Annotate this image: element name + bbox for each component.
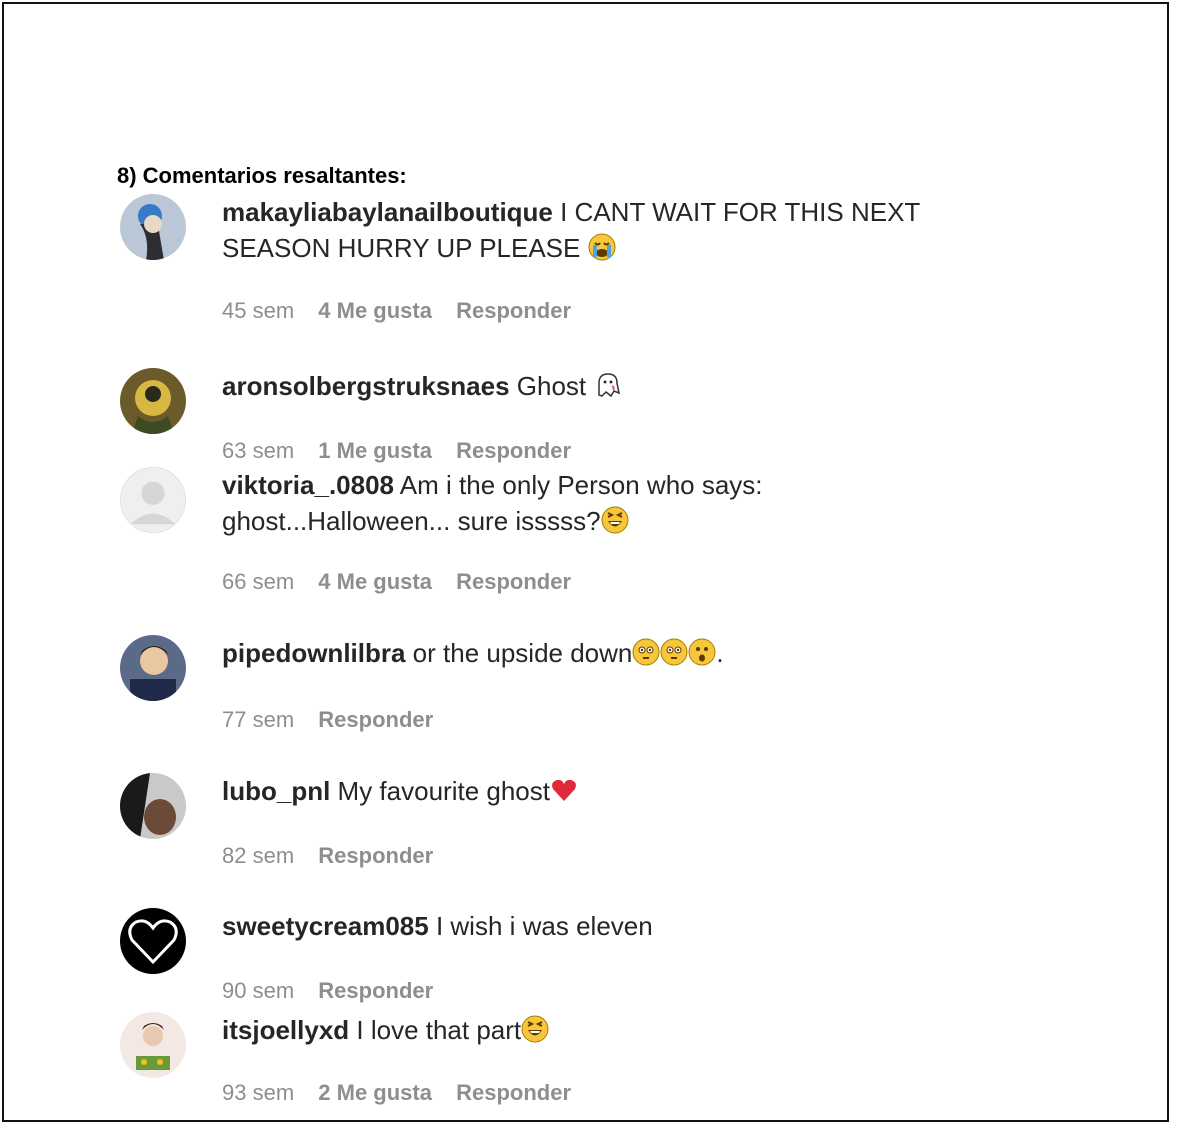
avatar[interactable]	[120, 635, 186, 701]
comment-time[interactable]: 45 sem	[222, 298, 294, 323]
red-heart-icon	[550, 776, 578, 804]
reply-button[interactable]: Responder	[456, 569, 571, 594]
comment-username[interactable]: aronsolbergstruksnaes	[222, 371, 510, 401]
reply-button[interactable]: Responder	[456, 438, 571, 463]
reply-button[interactable]: Responder	[318, 843, 433, 868]
comment-text: viktoria_.0808 Am i the only Person who …	[222, 470, 763, 500]
comment-meta: 82 sem Responder	[222, 843, 982, 869]
comment-meta: 45 sem 4 Me gusta Responder	[222, 298, 982, 324]
comment-time[interactable]: 90 sem	[222, 978, 294, 1003]
comment-time[interactable]: 93 sem	[222, 1080, 294, 1105]
comment-time[interactable]: 77 sem	[222, 707, 294, 732]
avatar[interactable]	[120, 368, 186, 434]
avatar[interactable]	[120, 1012, 186, 1078]
reply-button[interactable]: Responder	[318, 707, 433, 732]
comment-text: lubo_pnl My favourite ghost	[222, 773, 982, 809]
comment-likes[interactable]: 2 Me gusta	[318, 1080, 432, 1105]
avatar[interactable]	[120, 467, 186, 533]
comment-username[interactable]: lubo_pnl	[222, 776, 330, 806]
comment-text: pipedownlilbra or the upside down.	[222, 638, 724, 668]
comment-username[interactable]: pipedownlilbra	[222, 638, 405, 668]
section-heading: 8) Comentarios resaltantes:	[117, 163, 407, 188]
reply-button[interactable]: Responder	[456, 298, 571, 323]
comment-text-line2: SEASON HURRY UP PLEASE	[222, 230, 982, 266]
comment-username[interactable]: viktoria_.0808	[222, 470, 394, 500]
avatar[interactable]	[120, 908, 186, 974]
comment-meta: 93 sem 2 Me gusta Responder	[222, 1080, 982, 1106]
comment-likes[interactable]: 4 Me gusta	[318, 298, 432, 323]
ghost-icon	[593, 371, 621, 399]
comment-meta: 63 sem 1 Me gusta Responder	[222, 438, 982, 464]
astonished-face-icon	[688, 638, 716, 666]
avatar[interactable]	[120, 194, 186, 260]
comment-meta: 90 sem Responder	[222, 978, 982, 1004]
comment-meta: 66 sem 4 Me gusta Responder	[222, 569, 982, 595]
laughing-face-icon	[601, 506, 629, 534]
comment-likes[interactable]: 4 Me gusta	[318, 569, 432, 594]
laughing-face-icon	[521, 1015, 549, 1043]
comment-text: aronsolbergstruksnaes Ghost	[222, 368, 982, 404]
avatar[interactable]	[120, 773, 186, 839]
flushed-face-icon	[660, 638, 688, 666]
comment-username[interactable]: sweetycream085	[222, 911, 429, 941]
reply-button[interactable]: Responder	[318, 978, 433, 1003]
crying-face-icon	[588, 233, 616, 261]
comment-text-line2: ghost...Halloween... sure isssss?	[222, 503, 982, 539]
comment-time[interactable]: 63 sem	[222, 438, 294, 463]
comment-username[interactable]: makayliabaylanailboutique	[222, 197, 553, 227]
comment-text: sweetycream085 I wish i was eleven	[222, 911, 653, 941]
comment-likes[interactable]: 1 Me gusta	[318, 438, 432, 463]
flushed-face-icon	[632, 638, 660, 666]
reply-button[interactable]: Responder	[456, 1080, 571, 1105]
comment-username[interactable]: itsjoellyxd	[222, 1015, 349, 1045]
comment-meta: 77 sem Responder	[222, 707, 982, 733]
comment-text: itsjoellyxd I love that part	[222, 1012, 982, 1048]
comment-time[interactable]: 66 sem	[222, 569, 294, 594]
comment-time[interactable]: 82 sem	[222, 843, 294, 868]
comment-text: makayliabaylanailboutique I CANT WAIT FO…	[222, 197, 921, 227]
